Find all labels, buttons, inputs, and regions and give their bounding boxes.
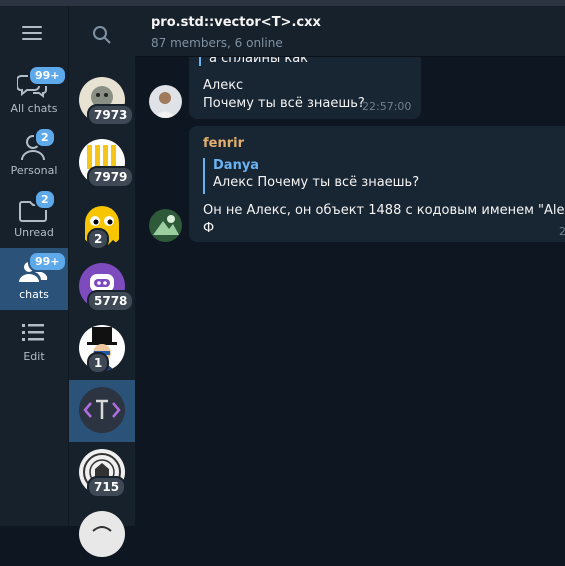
folder-edit[interactable]: Edit (0, 310, 68, 372)
message-author: fenrir (203, 136, 245, 151)
list-icon (22, 324, 44, 341)
folder-chats[interactable]: 99+ chats (0, 248, 68, 310)
chat-item[interactable]: 5778 (69, 256, 135, 318)
chat-item[interactable]: 2 (69, 194, 135, 256)
unread-badge: 715 (87, 476, 127, 498)
chat-item[interactable]: 715 (69, 442, 135, 504)
chat-members-status: 87 members, 6 online (151, 36, 283, 50)
message-bubble[interactable]: fenrir Danya Алекс Почему ты всё знаешь?… (189, 126, 565, 242)
unread-badge: 2 (87, 228, 110, 250)
reply-author: Danya (213, 158, 260, 173)
message-area: а сплайны как Алекс Почему ты всё знаешь… (135, 57, 565, 526)
chat-avatar (79, 387, 125, 433)
folder-label: chats (19, 288, 49, 301)
chat-item-active[interactable] (69, 380, 135, 442)
folder-badge: 2 (34, 127, 56, 148)
sender-avatar[interactable] (149, 209, 182, 242)
reply-quote[interactable]: Danya Алекс Почему ты всё знаешь? (203, 158, 419, 194)
chat-list: 7973 7979 2 5778 1 715 (68, 6, 135, 557)
chat-item[interactable]: 7979 (69, 132, 135, 194)
folder-label: Edit (23, 350, 45, 363)
message-time: 2 (559, 225, 565, 238)
chat-item[interactable]: 7973 (69, 70, 135, 132)
folder-rail: 99+ All chats 2 Personal 2 Unread 99+ ch… (0, 6, 68, 526)
reply-snippet-cut: а сплайны как (199, 57, 308, 66)
message-text: Почему ты всё знаешь? (203, 96, 365, 111)
sender-avatar[interactable] (149, 85, 182, 118)
folder-all-chats[interactable]: 99+ All chats (0, 62, 68, 124)
chat-title: pro.std::vector<T>.cxx (151, 15, 321, 30)
message-text-line2: Ф (203, 221, 215, 236)
chat-item[interactable]: 1 (69, 318, 135, 380)
message-time: 22:57:00 (362, 100, 412, 113)
unread-badge: 1 (87, 352, 110, 374)
message-text: Он не Алекс, он объект 1488 с кодовым им… (203, 203, 565, 218)
folder-badge: 99+ (28, 65, 67, 86)
unread-badge: 7973 (87, 104, 135, 126)
chat-header[interactable]: pro.std::vector<T>.cxx 87 members, 6 onl… (135, 6, 565, 57)
unread-badge: 5778 (87, 290, 135, 312)
reply-text: Алекс Почему ты всё знаешь? (213, 175, 420, 190)
folder-personal[interactable]: 2 Personal (0, 124, 68, 186)
chat-item[interactable] (69, 504, 135, 566)
folder-label: Personal (10, 164, 58, 177)
hamburger-menu-icon[interactable] (22, 26, 42, 42)
folder-label: Unread (14, 226, 54, 239)
unread-badge: 7979 (87, 166, 135, 188)
folder-unread[interactable]: 2 Unread (0, 186, 68, 248)
folder-label: All chats (10, 102, 58, 115)
message-sender: Алекс (203, 78, 244, 93)
folder-badge: 99+ (28, 251, 67, 272)
chat-avatar (79, 511, 125, 557)
folder-badge: 2 (34, 189, 56, 210)
search-icon[interactable] (91, 24, 113, 46)
message-bubble[interactable]: а сплайны как Алекс Почему ты всё знаешь… (189, 57, 421, 119)
